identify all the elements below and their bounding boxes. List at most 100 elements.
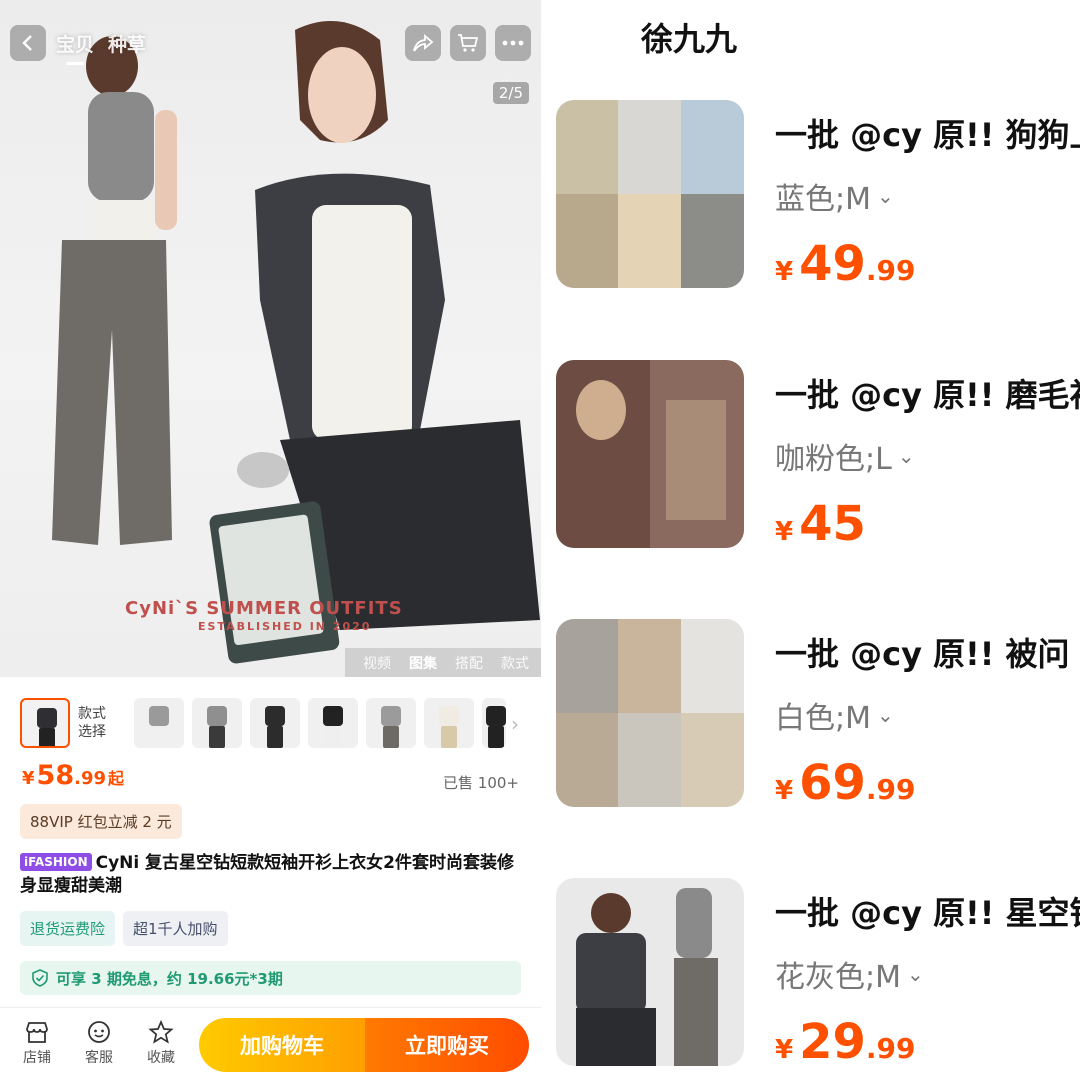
- product-detail-panel: 宝贝 种草 2/5 CyNi`S SUMMER OUTFITS ESTABLIS…: [0, 0, 541, 1080]
- chevron-down-icon: ⌄: [907, 962, 924, 986]
- installment-banner[interactable]: 可享 3 期免息，约 19.66元*3期: [20, 961, 521, 995]
- variant-thumb[interactable]: [424, 698, 474, 748]
- price-decimal: .99: [865, 773, 916, 806]
- shield-check-icon: [32, 969, 48, 987]
- top-nav-tabs: 宝贝 种草: [56, 30, 146, 65]
- add-to-cart-button[interactable]: 加购物车: [199, 1018, 365, 1072]
- more-icon: [502, 40, 524, 46]
- hero-brand-sub: ESTABLISHED IN 2020: [198, 620, 372, 633]
- shop-icon: [26, 1022, 48, 1043]
- item-thumbnail[interactable]: [556, 878, 744, 1066]
- tab-baobei[interactable]: 宝贝: [56, 30, 94, 65]
- media-tab-style[interactable]: 款式: [501, 653, 529, 673]
- item-variant-text: 花灰色;M: [775, 960, 901, 995]
- service-tags: 退货运费险 超1千人加购: [20, 911, 228, 946]
- price-currency: ¥: [775, 257, 794, 287]
- image-counter: 2/5: [492, 82, 529, 104]
- price-integer: 69: [799, 755, 866, 811]
- item-variant-text: 白色;M: [775, 701, 871, 736]
- price-decimal: .99: [865, 254, 916, 287]
- chevron-left-icon: [22, 35, 32, 51]
- price-integer: 49: [799, 236, 866, 292]
- item-variant-selector[interactable]: 蓝色;M ⌄: [775, 174, 894, 218]
- item-variant-selector[interactable]: 咖粉色;L ⌄: [775, 434, 915, 478]
- item-price: ¥ 45: [775, 496, 866, 552]
- price-integer: 29: [799, 1014, 866, 1070]
- vip-coupon-badge[interactable]: 88VIP 红包立减 2 元: [20, 804, 182, 839]
- item-title: 一批 @cy 原!! 狗狗上: [775, 116, 1080, 154]
- back-button[interactable]: [10, 25, 46, 61]
- product-title: iFASHION CyNi 复古星空钻短款短袖开衫上衣女2件套时尚套装修身显瘦甜美…: [20, 852, 525, 898]
- media-tab-video[interactable]: 视频: [363, 653, 391, 673]
- price-currency: ¥: [775, 517, 794, 547]
- item-variant-selector[interactable]: 白色;M ⌄: [775, 693, 894, 737]
- variant-thumb-selected[interactable]: [20, 698, 70, 748]
- more-button[interactable]: [495, 25, 531, 61]
- buy-now-button[interactable]: 立即购买: [365, 1018, 529, 1072]
- variant-thumb[interactable]: [366, 698, 416, 748]
- media-tab-match[interactable]: 搭配: [455, 653, 483, 673]
- order-item[interactable]: 一批 @cy 原!! 星空钻 花灰色;M ⌄ ¥ 29 .99: [556, 878, 1080, 1070]
- variant-select-label[interactable]: 款式 选择: [78, 705, 126, 741]
- cart-button[interactable]: [450, 25, 486, 61]
- price-decimal: .99: [865, 1032, 916, 1065]
- variant-thumb[interactable]: [308, 698, 358, 748]
- favorite-label: 收藏: [147, 1050, 175, 1066]
- share-button[interactable]: [405, 25, 441, 61]
- item-title: 一批 @cy 原!! 磨毛衬: [775, 376, 1080, 414]
- price-integer: 58: [36, 760, 75, 791]
- tab-zhongcao[interactable]: 种草: [108, 30, 146, 57]
- chevron-down-icon: ⌄: [877, 703, 894, 727]
- item-price: ¥ 29 .99: [775, 1014, 916, 1070]
- sold-count: 已售 100+: [443, 774, 519, 792]
- item-thumbnail[interactable]: [556, 360, 744, 548]
- share-icon: [413, 34, 434, 52]
- bottom-action-bar: 店铺 客服 收藏 加购物车 立即购买: [0, 1007, 541, 1080]
- star-icon: [148, 1020, 174, 1044]
- order-item[interactable]: 一批 @cy 原!! 狗狗上 蓝色;M ⌄ ¥ 49 .99: [556, 100, 1080, 292]
- item-price: ¥ 69 .99: [775, 755, 916, 811]
- item-thumbnail[interactable]: [556, 619, 744, 807]
- tag-return-insurance[interactable]: 退货运费险: [20, 911, 116, 946]
- product-price: ¥ 58 .99 起: [22, 760, 124, 791]
- favorite-button[interactable]: 收藏: [136, 1020, 186, 1067]
- product-photo: [52, 21, 540, 664]
- price-suffix: 起: [108, 769, 125, 788]
- product-title-text: CyNi 复古星空钻短款短袖开衫上衣女2件套时尚套装修身显瘦甜美潮: [20, 853, 514, 896]
- variant-thumb[interactable]: [250, 698, 300, 748]
- cart-icon: [458, 34, 479, 52]
- shop-label: 店铺: [23, 1050, 51, 1066]
- item-thumbnail[interactable]: [556, 100, 744, 288]
- chevron-down-icon: ⌄: [877, 184, 894, 208]
- installment-text: 可享 3 期免息，约 19.66元*3期: [56, 969, 283, 988]
- item-title: 一批 @cy 原!! 星空钻: [775, 894, 1080, 932]
- item-title: 一批 @cy 原!! 被问 N: [775, 635, 1080, 673]
- variant-thumb[interactable]: [134, 698, 184, 748]
- ifashion-badge: iFASHION: [20, 853, 92, 871]
- service-button[interactable]: 客服: [74, 1020, 124, 1067]
- shop-name[interactable]: 徐九九: [641, 14, 737, 60]
- screenshot-root: 宝贝 种草 2/5 CyNi`S SUMMER OUTFITS ESTABLIS…: [0, 0, 1080, 1080]
- chevron-down-icon: ⌄: [897, 444, 915, 468]
- price-currency: ¥: [775, 776, 794, 806]
- item-variant-selector[interactable]: 花灰色;M ⌄: [775, 952, 924, 996]
- price-currency: ¥: [775, 1035, 794, 1065]
- chevron-right-icon[interactable]: ›: [511, 712, 519, 736]
- media-tab-gallery[interactable]: 图集: [409, 653, 437, 673]
- price-decimal: .99: [74, 768, 106, 789]
- media-tabs: 视频 图集 搭配 款式: [345, 648, 541, 677]
- tag-cart-count[interactable]: 超1千人加购: [123, 911, 228, 946]
- shop-button[interactable]: 店铺: [12, 1020, 62, 1067]
- item-price: ¥ 49 .99: [775, 236, 916, 292]
- variant-selector: 款式 选择: [20, 697, 541, 749]
- product-image-gallery[interactable]: 宝贝 种草 2/5 CyNi`S SUMMER OUTFITS ESTABLIS…: [0, 0, 541, 677]
- order-item[interactable]: 一批 @cy 原!! 磨毛衬 咖粉色;L ⌄ ¥ 45: [556, 360, 1080, 552]
- variant-thumb[interactable]: [192, 698, 242, 748]
- order-item[interactable]: 一批 @cy 原!! 被问 N 白色;M ⌄ ¥ 69 .99: [556, 619, 1080, 811]
- variant-thumb[interactable]: [482, 698, 506, 748]
- customer-service-icon: [88, 1021, 110, 1043]
- shop-order-panel: 徐九九 一批 @cy 原!! 狗狗上 蓝色;M ⌄ ¥ 49 .99 一批 @c…: [541, 0, 1080, 1080]
- item-variant-text: 咖粉色;L: [775, 442, 892, 477]
- hero-brand-text: CyNi`S SUMMER OUTFITS: [125, 598, 403, 619]
- item-variant-text: 蓝色;M: [775, 182, 871, 217]
